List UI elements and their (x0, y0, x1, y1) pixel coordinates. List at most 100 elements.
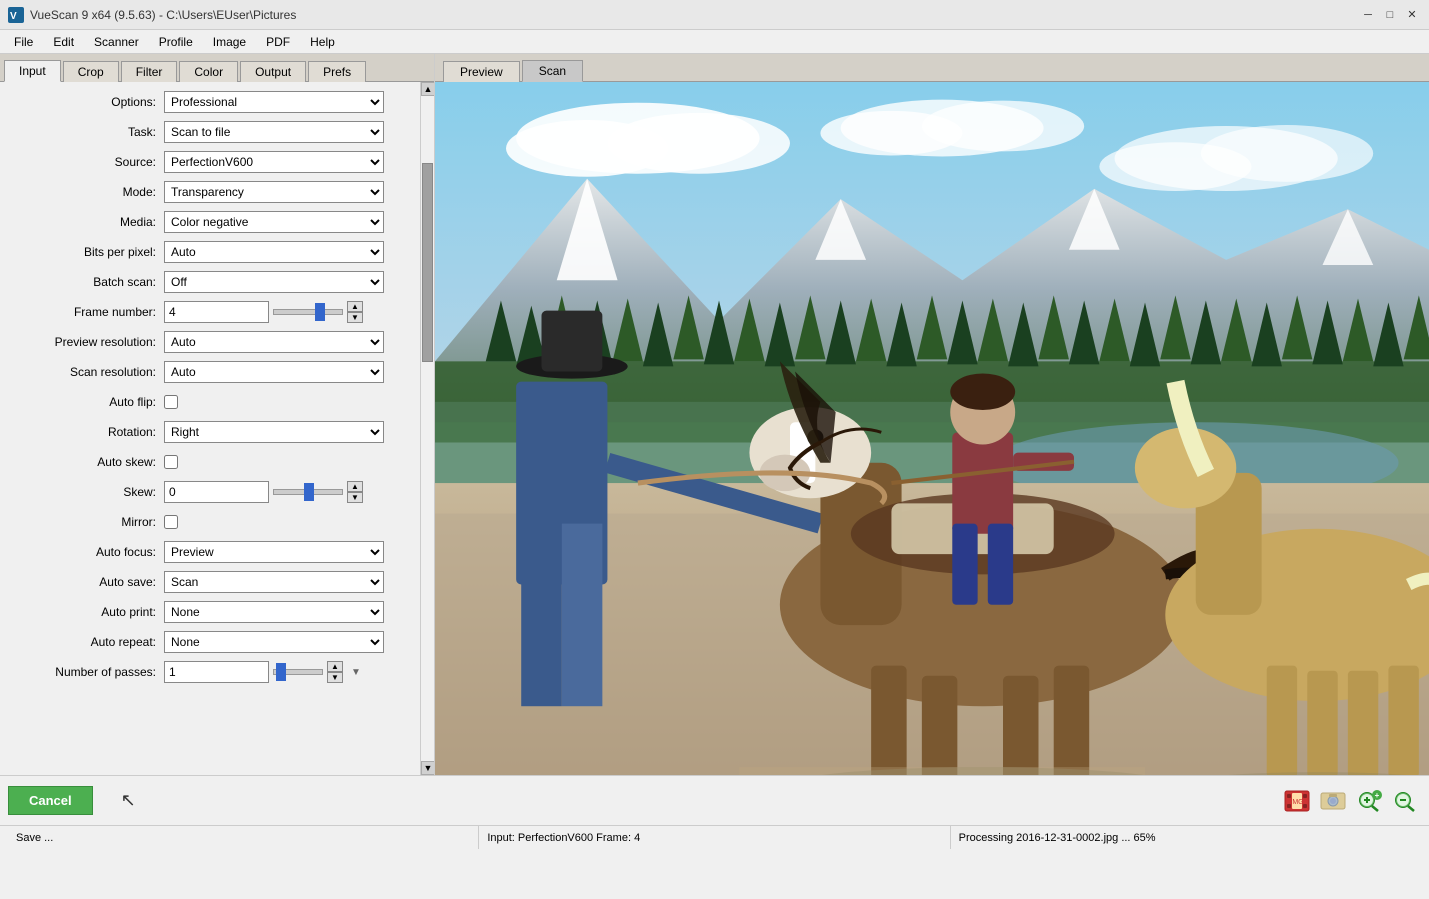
tab-crop[interactable]: Crop (63, 61, 119, 82)
skew-slider-track[interactable] (273, 489, 343, 495)
autoprint-select[interactable]: None (164, 601, 384, 623)
bits-select[interactable]: Auto (164, 241, 384, 263)
source-control: PerfectionV600 (164, 151, 416, 173)
rotation-select[interactable]: Right (164, 421, 384, 443)
media-row: Media: Color negative (4, 210, 416, 234)
skew-slider-thumb[interactable] (304, 483, 314, 501)
autofocus-control: Preview (164, 541, 416, 563)
tab-prefs[interactable]: Prefs (308, 61, 366, 82)
rotation-label: Rotation: (4, 425, 164, 439)
autoflip-row: Auto flip: (4, 390, 416, 414)
autorepeat-select[interactable]: None (164, 631, 384, 653)
menu-scanner[interactable]: Scanner (84, 30, 149, 54)
menu-edit[interactable]: Edit (43, 30, 84, 54)
minimize-button[interactable]: ─ (1359, 6, 1377, 24)
passes-row: Number of passes: ▲ ▼ (4, 660, 416, 684)
title-bar: V VueScan 9 x64 (9.5.63) - C:\Users\EUse… (0, 0, 1429, 30)
scan-res-select[interactable]: Auto (164, 361, 384, 383)
preview-scene (435, 82, 1429, 775)
tab-output[interactable]: Output (240, 61, 306, 82)
autoskew-row: Auto skew: (4, 450, 416, 474)
status-input: Input: PerfectionV600 Frame: 4 (487, 832, 640, 844)
task-select[interactable]: Scan to file (164, 121, 384, 143)
source-select[interactable]: PerfectionV600 (164, 151, 384, 173)
preview-res-row: Preview resolution: Auto (4, 330, 416, 354)
passes-slider-thumb[interactable] (276, 663, 286, 681)
autosave-select[interactable]: Scan (164, 571, 384, 593)
filmstrip-button[interactable]: IMG (1281, 787, 1313, 815)
frame-spin-up[interactable]: ▲ (347, 301, 363, 312)
autoflip-checkbox[interactable] (164, 395, 178, 409)
autofocus-select[interactable]: Preview (164, 541, 384, 563)
menu-image[interactable]: Image (203, 30, 256, 54)
options-row: Options: Professional (4, 90, 416, 114)
skew-spin-up[interactable]: ▲ (347, 481, 363, 492)
status-center: Input: PerfectionV600 Frame: 4 (479, 826, 950, 849)
frame-label: Frame number: (4, 305, 164, 319)
task-row: Task: Scan to file (4, 120, 416, 144)
menu-pdf[interactable]: PDF (256, 30, 300, 54)
autoskew-checkbox[interactable] (164, 455, 178, 469)
autoprint-label: Auto print: (4, 605, 164, 619)
mode-select[interactable]: Transparency (164, 181, 384, 203)
scroll-down-indicator[interactable]: ▼ (351, 667, 361, 678)
mirror-label: Mirror: (4, 515, 164, 529)
options-select[interactable]: Professional (164, 91, 384, 113)
frame-input[interactable] (164, 301, 269, 323)
scan-tab[interactable]: Scan (522, 60, 583, 82)
menu-file[interactable]: File (4, 30, 43, 54)
passes-control: ▲ ▼ ▼ (164, 661, 416, 683)
zoom-in-button[interactable]: + (1353, 787, 1385, 815)
scan-res-label: Scan resolution: (4, 365, 164, 379)
settings-scrollbar[interactable]: ▲ ▼ (420, 82, 434, 775)
scroll-thumb[interactable] (422, 163, 433, 363)
skew-spin-down[interactable]: ▼ (347, 492, 363, 503)
mirror-row: Mirror: (4, 510, 416, 534)
frame-slider-thumb[interactable] (315, 303, 325, 321)
batch-row: Batch scan: Off (4, 270, 416, 294)
main-layout: Input Crop Filter Color Output Prefs Opt… (0, 54, 1429, 825)
media-select[interactable]: Color negative (164, 211, 384, 233)
autorepeat-control: None (164, 631, 416, 653)
passes-slider-container: ▲ ▼ (273, 661, 343, 683)
sub-tabs: Input Crop Filter Color Output Prefs (0, 54, 434, 82)
autoskew-control (164, 455, 416, 469)
preview-tab[interactable]: Preview (443, 61, 520, 82)
preview-res-select[interactable]: Auto (164, 331, 384, 353)
mirror-checkbox[interactable] (164, 515, 178, 529)
frame-spin-down[interactable]: ▼ (347, 312, 363, 323)
photo-button[interactable] (1317, 787, 1349, 815)
source-row: Source: PerfectionV600 (4, 150, 416, 174)
scroll-up-arrow[interactable]: ▲ (421, 82, 434, 96)
close-button[interactable]: ✕ (1403, 6, 1421, 24)
passes-spin-down[interactable]: ▼ (327, 672, 343, 683)
scroll-track[interactable] (421, 96, 434, 761)
tab-color[interactable]: Color (179, 61, 238, 82)
window-title: VueScan 9 x64 (9.5.63) - C:\Users\EUser\… (30, 8, 1359, 22)
scroll-down-arrow[interactable]: ▼ (421, 761, 434, 775)
zoom-search-button[interactable] (1389, 787, 1421, 815)
menu-help[interactable]: Help (300, 30, 345, 54)
mode-label: Mode: (4, 185, 164, 199)
skew-control: ▲ ▼ (164, 481, 416, 503)
maximize-button[interactable]: □ (1381, 6, 1399, 24)
passes-spin-up[interactable]: ▲ (327, 661, 343, 672)
skew-input[interactable] (164, 481, 269, 503)
media-control: Color negative (164, 211, 416, 233)
batch-select[interactable]: Off (164, 271, 384, 293)
passes-slider-track[interactable] (273, 669, 323, 675)
autoflip-control (164, 395, 416, 409)
tab-filter[interactable]: Filter (121, 61, 178, 82)
frame-row: Frame number: ▲ ▼ (4, 300, 416, 324)
cancel-button[interactable]: Cancel (8, 786, 93, 815)
skew-slider-container: ▲ ▼ (273, 481, 363, 503)
status-bar: Save ... Input: PerfectionV600 Frame: 4 … (0, 825, 1429, 849)
bits-label: Bits per pixel: (4, 245, 164, 259)
batch-control: Off (164, 271, 416, 293)
frame-slider-track[interactable] (273, 309, 343, 315)
status-left: Save ... (8, 826, 479, 849)
tab-input[interactable]: Input (4, 60, 61, 82)
bits-control: Auto (164, 241, 416, 263)
passes-input[interactable] (164, 661, 269, 683)
menu-profile[interactable]: Profile (149, 30, 203, 54)
